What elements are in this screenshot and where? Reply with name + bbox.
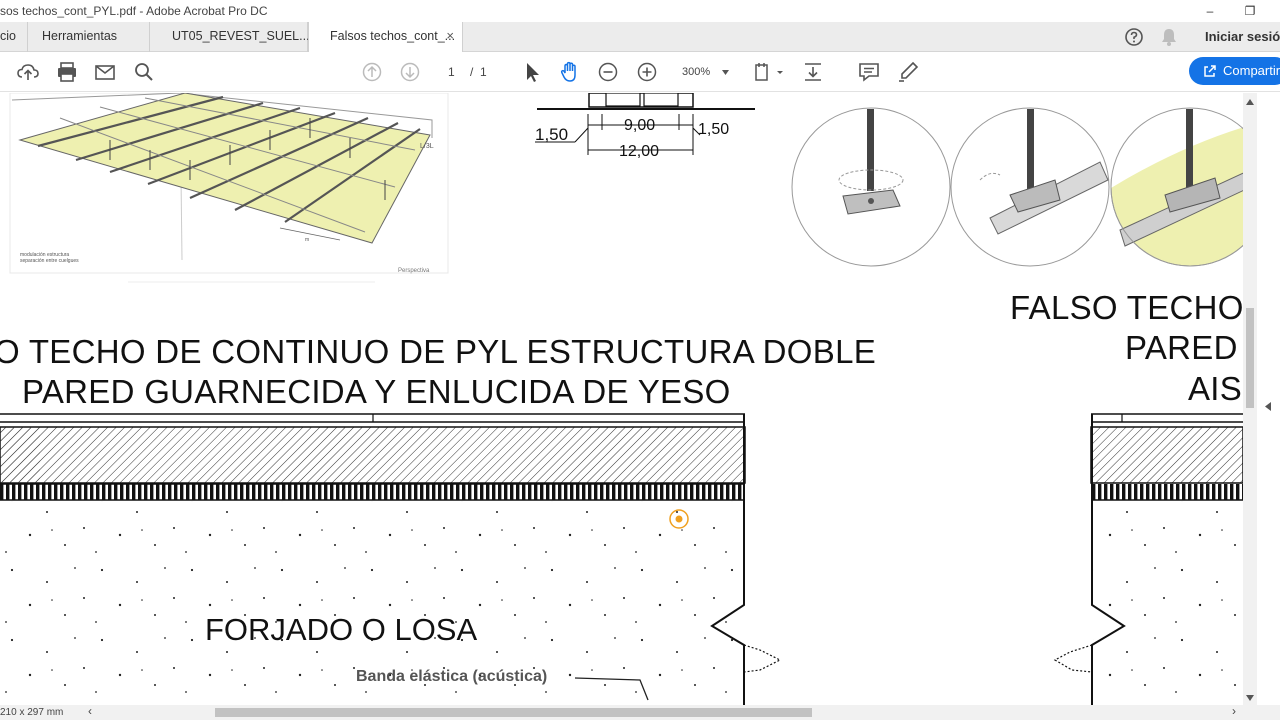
minimize-button[interactable]: – xyxy=(1193,0,1227,22)
section-title-right-line3: AISI xyxy=(1188,370,1243,407)
status-bar: 210 x 297 mm ‹ › xyxy=(0,704,1280,720)
chevron-down-icon xyxy=(722,70,729,75)
title-bar: sos techos_cont_PYL.pdf - Adobe Acrobat … xyxy=(0,0,1280,22)
label-forjado: FORJADO O LOSA xyxy=(205,612,478,647)
help-icon[interactable] xyxy=(1124,27,1144,47)
scroll-up-icon[interactable] xyxy=(1246,99,1254,105)
email-icon[interactable] xyxy=(93,60,117,84)
share-button-label: Compartir xyxy=(1223,63,1280,78)
tab-bar: cio Herramientas UT05_REVEST_SUEL... Fal… xyxy=(0,22,1280,53)
page-separator: / xyxy=(470,65,474,79)
tab-home[interactable]: cio xyxy=(0,22,28,52)
page-display-icon[interactable] xyxy=(752,60,784,84)
notifications-bell-icon[interactable] xyxy=(1160,27,1178,47)
label-banda-elastica: Banda elástica (acústica) xyxy=(356,668,548,685)
zoom-value: 300% xyxy=(682,66,711,78)
section-title-left-line2: PARED GUARNECIDA Y ENLUCIDA DE YESO xyxy=(22,373,731,410)
horizontal-scroll-thumb[interactable] xyxy=(215,708,812,717)
tab-home-label: cio xyxy=(0,29,16,43)
select-cursor-icon[interactable] xyxy=(520,60,544,84)
next-page-icon[interactable] xyxy=(398,60,422,84)
page-total: 1 xyxy=(480,65,487,79)
scroll-left-icon[interactable]: ‹ xyxy=(88,704,92,719)
ceiling-section-right xyxy=(1053,413,1243,705)
dimension-mark: m xyxy=(305,237,309,243)
print-icon[interactable] xyxy=(55,60,79,84)
tab-tools-label: Herramientas xyxy=(42,29,118,43)
perspective-caption: Perspectiva xyxy=(398,268,430,274)
vertical-scroll-thumb[interactable] xyxy=(1246,308,1254,408)
dimension-middle: 9,00 xyxy=(624,117,655,134)
upload-cloud-icon[interactable] xyxy=(16,60,40,84)
scroll-right-icon[interactable]: › xyxy=(1232,704,1236,719)
dimension-left: 1,50 xyxy=(535,125,568,144)
tag-label: L/3L xyxy=(420,143,434,150)
tab-document-ut05[interactable]: UT05_REVEST_SUEL... xyxy=(150,22,310,52)
toolbar: 1 / 1 300% Compartir xyxy=(0,52,1280,92)
tab-document-falsos-techos[interactable]: Falsos techos_cont_... × xyxy=(308,22,463,53)
tab-tools[interactable]: Herramientas xyxy=(28,22,150,52)
zoom-in-icon[interactable] xyxy=(635,60,659,84)
section-title-right-line2: PARED C xyxy=(1125,329,1243,366)
section-title-left-line1: O TECHO DE CONTINUO DE PYL ESTRUCTURA DO… xyxy=(0,333,877,370)
zoom-out-icon[interactable] xyxy=(596,60,620,84)
section-title-right-line1: FALSO TECHO D xyxy=(1010,289,1243,326)
right-panel-toggle[interactable] xyxy=(1257,93,1280,705)
tab-document-ut05-label: UT05_REVEST_SUEL... xyxy=(172,29,310,43)
window-title: sos techos_cont_PYL.pdf - Adobe Acrobat … xyxy=(0,4,268,18)
collapse-panel-icon[interactable] xyxy=(1265,402,1271,411)
legend-line-2: separación entre cuelgues xyxy=(20,258,79,264)
close-tab-icon[interactable]: × xyxy=(446,22,454,50)
document-page[interactable]: m L/3L modulación estructura separación … xyxy=(0,93,1243,705)
hanger-detail-circles xyxy=(791,100,1243,267)
perspective-ceiling-illustration: m L/3L modulación estructura separación … xyxy=(9,93,449,274)
tab-document-falsos-techos-label: Falsos techos_cont_... xyxy=(330,29,456,43)
share-button[interactable]: Compartir xyxy=(1189,57,1280,85)
highlight-pen-icon[interactable] xyxy=(896,60,920,84)
section-dimension-detail: 1,50 9,00 1,50 12,00 xyxy=(535,93,755,160)
share-icon xyxy=(1204,65,1216,77)
page-size: 210 x 297 mm xyxy=(0,707,64,718)
hand-tool-icon[interactable] xyxy=(558,60,582,84)
dimension-total: 12,00 xyxy=(619,143,659,160)
page-number-input[interactable]: 1 xyxy=(448,61,455,83)
zoom-select[interactable]: 300% xyxy=(670,61,734,83)
vertical-scrollbar[interactable] xyxy=(1243,93,1257,705)
dimension-right: 1,50 xyxy=(698,121,729,138)
scroll-mode-icon[interactable] xyxy=(801,60,825,84)
ceiling-section-left xyxy=(0,413,782,705)
restore-button[interactable]: ❐ xyxy=(1233,0,1267,22)
search-icon[interactable] xyxy=(132,60,156,84)
comment-icon[interactable] xyxy=(857,60,881,84)
scroll-down-icon[interactable] xyxy=(1246,695,1254,701)
sign-in-link[interactable]: Iniciar sesió xyxy=(1205,22,1280,52)
previous-page-icon[interactable] xyxy=(360,60,384,84)
